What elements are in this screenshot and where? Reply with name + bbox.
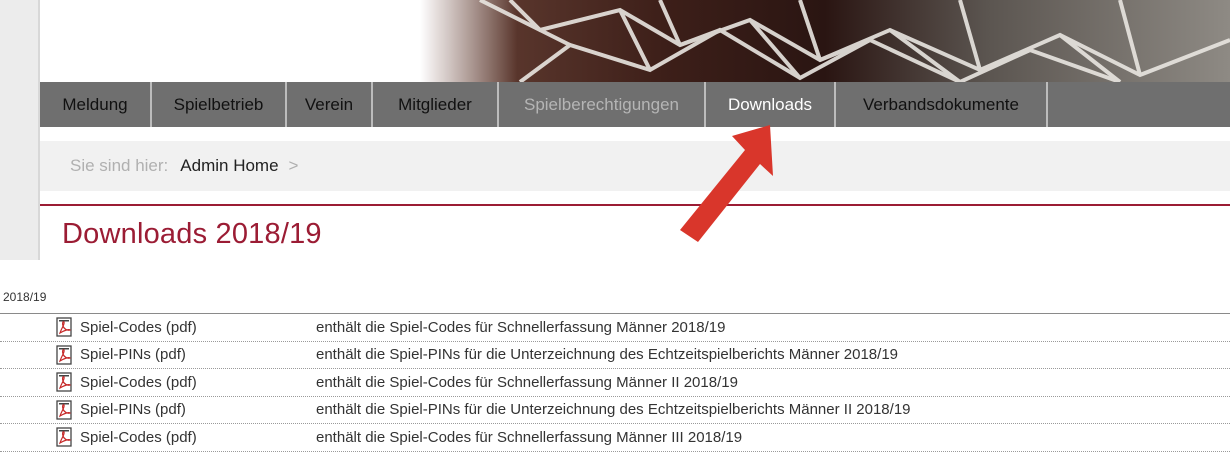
title-divider (40, 204, 1230, 206)
download-link[interactable]: Spiel-PINs (pdf) (54, 345, 186, 365)
file-name: Spiel-Codes (pdf) (80, 373, 197, 391)
nav-item-verbandsdokumente[interactable]: Verbandsdokumente (836, 82, 1048, 127)
breadcrumb-separator: > (288, 156, 299, 175)
file-name: Spiel-Codes (pdf) (80, 428, 197, 446)
nav-item-meldung[interactable]: Meldung (40, 82, 152, 127)
table-row: Spiel-Codes (pdf) enthält die Spiel-Code… (0, 424, 1230, 452)
file-name: Spiel-PINs (pdf) (80, 401, 186, 419)
table-row: Spiel-Codes (pdf) enthält die Spiel-Code… (0, 369, 1230, 397)
page-title: Downloads 2018/19 (62, 218, 322, 250)
file-description: enthält die Spiel-PINs für die Unterzeic… (316, 401, 911, 419)
pdf-icon (56, 345, 72, 365)
download-link[interactable]: Spiel-Codes (pdf) (54, 372, 197, 392)
file-description: enthält die Spiel-PINs für die Unterzeic… (316, 346, 898, 364)
download-link[interactable]: Spiel-Codes (pdf) (54, 427, 197, 447)
table-row: Spiel-PINs (pdf) enthält die Spiel-PINs … (0, 397, 1230, 424)
file-name: Spiel-Codes (pdf) (80, 318, 197, 336)
nav-item-mitglieder[interactable]: Mitglieder (373, 82, 499, 127)
nav-item-spielbetrieb[interactable]: Spielbetrieb (152, 82, 287, 127)
file-description: enthält die Spiel-Codes für Schnellerfas… (316, 428, 743, 446)
goal-net-photo (420, 0, 1230, 82)
table-row: Spiel-PINs (pdf) enthält die Spiel-PINs … (0, 342, 1230, 369)
pdf-icon (56, 317, 72, 337)
file-name: Spiel-PINs (pdf) (80, 346, 186, 364)
section-label: 2018/19 (3, 290, 47, 304)
table-row: Spiel-Codes (pdf) enthält die Spiel-Code… (0, 314, 1230, 342)
breadcrumb-prefix: Sie sind hier: (70, 156, 169, 175)
red-arrow-icon (680, 125, 773, 242)
nav-item-verein[interactable]: Verein (287, 82, 373, 127)
breadcrumb-link-admin-home[interactable]: Admin Home (180, 156, 278, 176)
left-gutter (0, 0, 38, 260)
pdf-icon (56, 427, 72, 447)
download-link[interactable]: Spiel-Codes (pdf) (54, 317, 197, 337)
pdf-icon (56, 372, 72, 392)
downloads-table: Spiel-Codes (pdf) enthält die Spiel-Code… (0, 314, 1230, 452)
pdf-icon (56, 400, 72, 420)
breadcrumb: Sie sind hier: Admin Home > (40, 141, 1230, 191)
main-nav: Meldung Spielbetrieb Verein Mitglieder S… (40, 82, 1230, 127)
download-link[interactable]: Spiel-PINs (pdf) (54, 400, 186, 420)
file-description: enthält die Spiel-Codes für Schnellerfas… (316, 318, 726, 336)
file-description: enthält die Spiel-Codes für Schnellerfas… (316, 373, 738, 391)
header-banner (40, 0, 1230, 82)
